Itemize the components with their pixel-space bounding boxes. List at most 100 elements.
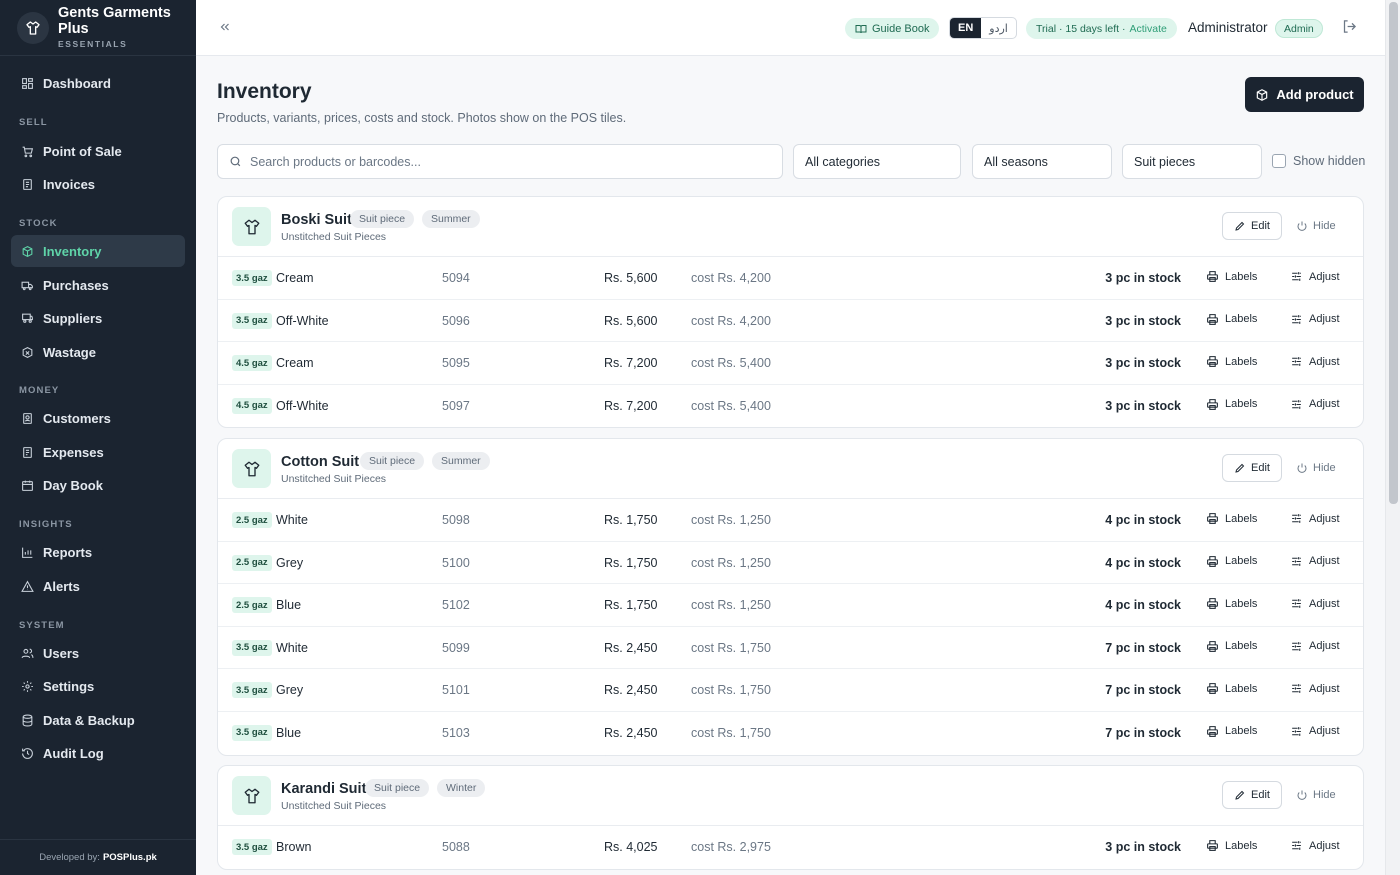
sidebar-item-customers[interactable]: Customers	[11, 402, 185, 434]
sidebar-item-purchases[interactable]: Purchases	[11, 269, 185, 301]
adjust-button[interactable]: Adjust	[1290, 725, 1340, 738]
variant-color: Blue	[276, 598, 302, 613]
variant-color: White	[276, 513, 308, 527]
variant-price: Rs. 7,200	[604, 356, 658, 371]
variant-cost: cost Rs. 4,200	[691, 313, 771, 328]
variant-stock: 7 pc in stock	[1105, 725, 1181, 740]
labels-button[interactable]: Labels	[1206, 313, 1257, 326]
footer-company[interactable]: POSPlus.pk	[103, 852, 157, 863]
product-card: Karandi Suit Suit piece Winter Unstitched S…	[217, 765, 1364, 870]
sidebar-item-settings[interactable]: Settings	[11, 670, 185, 702]
sidebar-item-day-book[interactable]: Day Book	[11, 469, 185, 501]
adjust-button[interactable]: Adjust	[1290, 270, 1340, 283]
labels-button[interactable]: Labels	[1206, 270, 1257, 283]
sidebar-item-point-of-sale[interactable]: Point of Sale	[11, 135, 185, 167]
adjust-button[interactable]: Adjust	[1290, 398, 1340, 411]
variant-stock: 7 pc in stock	[1105, 683, 1181, 698]
adjust-button[interactable]: Adjust	[1290, 512, 1340, 525]
search-input[interactable]	[250, 154, 750, 169]
labels-label: Labels	[1225, 512, 1258, 525]
labels-button[interactable]: Labels	[1206, 682, 1257, 695]
category-select[interactable]: All categories	[793, 144, 961, 179]
size-badge: 3.5 gaz	[232, 312, 272, 329]
edit-button[interactable]: Edit	[1222, 212, 1282, 240]
sliders-icon	[1290, 682, 1303, 695]
hide-button[interactable]: Hide	[1296, 212, 1346, 240]
variant-stock: 3 pc in stock	[1105, 271, 1181, 285]
add-product-button[interactable]: Add product	[1245, 77, 1364, 112]
size-badge: 3.5 gaz	[232, 682, 272, 699]
adjust-button[interactable]: Adjust	[1290, 355, 1340, 368]
labels-button[interactable]: Labels	[1206, 355, 1257, 368]
adjust-button[interactable]: Adjust	[1290, 682, 1340, 695]
users-icon	[20, 646, 34, 660]
edit-button[interactable]: Edit	[1222, 454, 1282, 482]
brand[interactable]: Gents Garments Plus ESSENTIALS	[0, 0, 196, 56]
adjust-button[interactable]: Adjust	[1290, 640, 1340, 653]
book-icon	[855, 23, 867, 35]
trial-text: Trial · 15 days left ·	[1036, 22, 1126, 35]
trial-badge: Trial · 15 days left · Activate	[1026, 18, 1177, 39]
sidebar-item-alerts[interactable]: Alerts	[11, 570, 185, 602]
labels-button[interactable]: Labels	[1206, 512, 1257, 525]
labels-label: Labels	[1225, 839, 1258, 852]
season-tag: Winter	[437, 779, 486, 797]
scrollbar[interactable]	[1385, 0, 1400, 875]
product-name[interactable]: Cotton Suit	[281, 454, 359, 470]
sidebar-item-reports[interactable]: Reports	[11, 536, 185, 568]
role-badge: Admin	[1275, 19, 1323, 38]
product-header: Karandi Suit Suit piece Winter Unstitched S…	[218, 766, 1363, 826]
labels-button[interactable]: Labels	[1206, 398, 1257, 411]
variant-code: 5094	[442, 271, 470, 285]
sidebar-item-wastage[interactable]: Wastage	[11, 336, 185, 368]
type-select[interactable]: Suit pieces	[1122, 144, 1262, 179]
adjust-button[interactable]: Adjust	[1290, 597, 1340, 610]
collapse-sidebar-icon[interactable]	[216, 18, 234, 36]
guide-book-button[interactable]: Guide Book	[845, 18, 940, 39]
variant-cost: cost Rs. 5,400	[691, 398, 771, 413]
sidebar-item-users[interactable]: Users	[11, 637, 185, 669]
scrollbar-thumb[interactable]	[1389, 2, 1398, 504]
edit-label: Edit	[1251, 220, 1270, 232]
labels-button[interactable]: Labels	[1206, 839, 1257, 852]
printer-icon	[1206, 313, 1219, 326]
size-badge: 3.5 gaz	[232, 270, 272, 286]
printer-icon	[1206, 398, 1219, 411]
variant-price: Rs. 2,450	[604, 640, 658, 655]
sidebar-item-audit-log[interactable]: Audit Log	[11, 737, 185, 769]
sidebar-item-inventory[interactable]: Inventory	[11, 235, 185, 267]
variant-stock: 7 pc in stock	[1105, 640, 1181, 655]
hide-button[interactable]: Hide	[1296, 454, 1346, 482]
sidebar-item-suppliers[interactable]: Suppliers	[11, 302, 185, 334]
product-name[interactable]: Karandi Suit	[281, 781, 366, 797]
lang-en-button[interactable]: EN	[950, 18, 982, 38]
product-category: Unstitched Suit Pieces	[281, 800, 387, 812]
lang-ur-button[interactable]: اردو	[981, 18, 1016, 38]
variant-row: 3.5 gaz Grey 5101 Rs. 2,450 cost Rs. 1,750 7 …	[218, 669, 1363, 712]
sidebar-item-expenses[interactable]: Expenses	[11, 436, 185, 468]
calendar-icon	[20, 478, 34, 492]
variant-cost: cost Rs. 5,400	[691, 356, 771, 371]
season-select[interactable]: All seasons	[972, 144, 1112, 179]
adjust-button[interactable]: Adjust	[1290, 839, 1340, 852]
sidebar-footer: Developed by: POSPlus.pk	[0, 839, 196, 875]
labels-button[interactable]: Labels	[1206, 597, 1257, 610]
product-name[interactable]: Boski Suit	[281, 212, 352, 228]
labels-button[interactable]: Labels	[1206, 555, 1257, 568]
labels-label: Labels	[1225, 555, 1258, 568]
show-hidden-toggle[interactable]: Show hidden	[1272, 154, 1365, 168]
labels-button[interactable]: Labels	[1206, 725, 1257, 738]
activate-link[interactable]: Activate	[1129, 23, 1166, 35]
show-hidden-checkbox[interactable]	[1272, 154, 1286, 168]
invoice-icon	[20, 177, 34, 191]
sidebar-item-invoices[interactable]: Invoices	[11, 168, 185, 200]
sidebar-item-data-backup[interactable]: Data & Backup	[11, 704, 185, 736]
sidebar-item-dashboard[interactable]: Dashboard	[11, 67, 185, 99]
adjust-button[interactable]: Adjust	[1290, 313, 1340, 326]
logout-icon[interactable]	[1342, 19, 1358, 35]
labels-button[interactable]: Labels	[1206, 640, 1257, 653]
hide-button[interactable]: Hide	[1296, 781, 1346, 809]
variant-stock: 3 pc in stock	[1105, 356, 1181, 371]
adjust-button[interactable]: Adjust	[1290, 555, 1340, 568]
edit-button[interactable]: Edit	[1222, 781, 1282, 809]
